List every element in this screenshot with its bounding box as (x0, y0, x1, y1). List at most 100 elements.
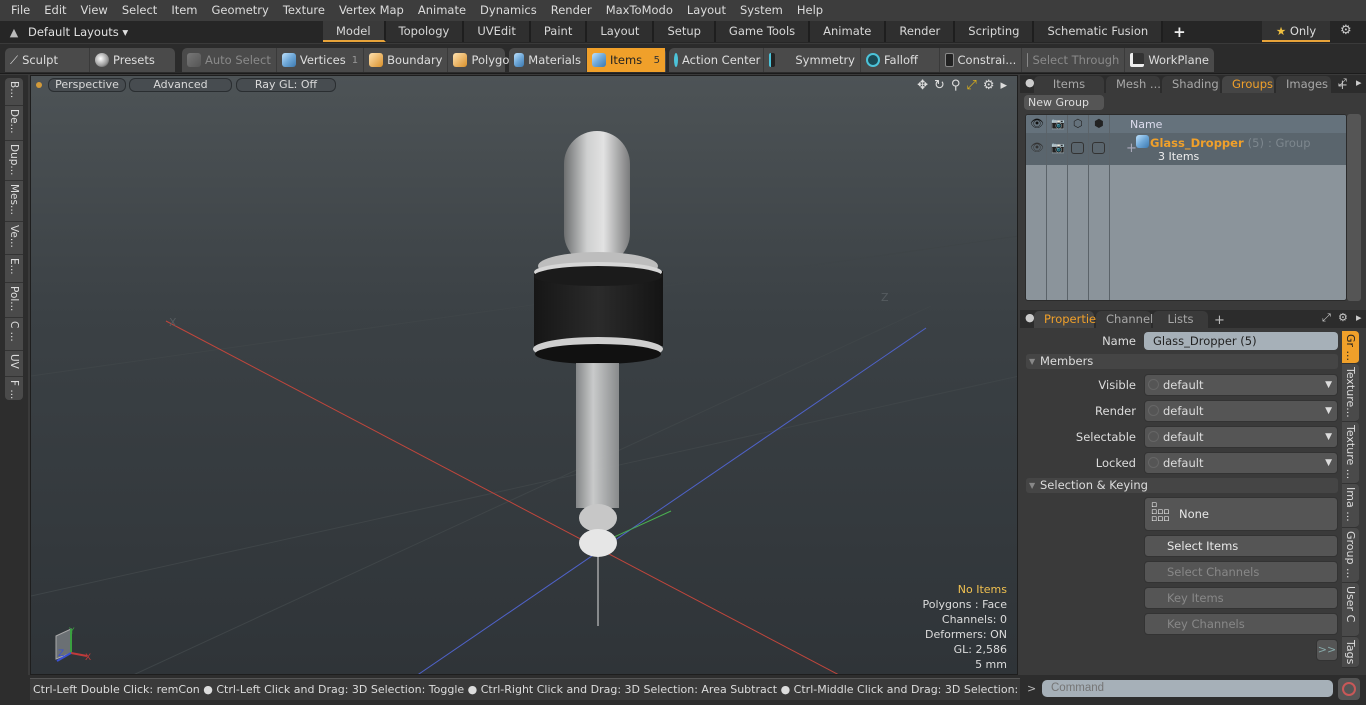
menu-render[interactable]: Render (544, 0, 599, 21)
name-column-header[interactable]: Name (1130, 118, 1162, 131)
menu-file[interactable]: File (4, 0, 37, 21)
tab-render[interactable]: Render (886, 21, 956, 42)
move-icon[interactable]: ✥ (917, 78, 928, 93)
tab-uvedit[interactable]: UVEdit (464, 21, 531, 42)
keying-set-none-button[interactable]: ▫ ▫▫▫ ▫▫▫ None (1144, 497, 1338, 531)
left-tab-5[interactable]: E... (5, 255, 23, 283)
locked-dropdown[interactable]: default ▼ (1144, 452, 1338, 474)
menu-animate[interactable]: Animate (411, 0, 473, 21)
left-tab-2[interactable]: Dup... (5, 141, 23, 181)
side-tab-tags[interactable]: Tags (1342, 637, 1359, 668)
tab-paint[interactable]: Paint (530, 21, 588, 42)
tab-groups[interactable]: Groups (1222, 76, 1274, 93)
gear-icon[interactable]: ⚙ (1340, 23, 1352, 38)
group-name[interactable]: Glass_Dropper (5) : Group (1150, 136, 1311, 150)
glass-dropper-model[interactable] (533, 131, 663, 557)
panel-arrow-icon[interactable]: ▸ (1356, 76, 1362, 89)
view-mode-button[interactable]: Perspective (48, 78, 126, 92)
tab-topology[interactable]: Topology (385, 21, 465, 42)
collapse-up-icon[interactable]: ▲ (0, 26, 28, 39)
row-eye-icon[interactable]: 👁 (1030, 141, 1044, 154)
row-select-toggle[interactable] (1092, 142, 1105, 154)
side-tab-image[interactable]: Ima ... (1342, 484, 1359, 528)
shading-mode-button[interactable]: Advanced (129, 78, 232, 92)
left-tab-0[interactable]: B... (5, 78, 23, 106)
menu-maxtomodo[interactable]: MaxToModo (599, 0, 680, 21)
menu-vertex-map[interactable]: Vertex Map (332, 0, 411, 21)
render-dropdown[interactable]: default ▼ (1144, 400, 1338, 422)
side-tab-texture-2[interactable]: Texture ... (1342, 422, 1359, 484)
side-tab-group-2[interactable]: Group ... (1342, 528, 1359, 583)
tab-setup[interactable]: Setup (654, 21, 716, 42)
left-tab-4[interactable]: Ve... (5, 222, 23, 255)
key-channels-button[interactable]: Key Channels (1144, 613, 1338, 635)
falloff-button[interactable]: Falloff (861, 48, 941, 72)
expand-panel-icon[interactable]: ⤢ (1338, 76, 1347, 90)
tab-scripting[interactable]: Scripting (955, 21, 1035, 42)
symmetry-button[interactable]: Symmetry (764, 48, 861, 72)
groups-scrollbar[interactable] (1347, 114, 1361, 301)
boundary-button[interactable]: Boundary (364, 48, 449, 72)
panel-menu-dot-icon[interactable]: ● (1025, 76, 1035, 89)
tab-model[interactable]: Model (323, 21, 386, 42)
3d-viewport[interactable]: X Z Y X Z Perspective Advanced Ray GL: O… (30, 75, 1018, 675)
tab-game-tools[interactable]: Game Tools (715, 21, 811, 42)
left-tab-1[interactable]: De... (5, 106, 23, 141)
wire-cube-icon[interactable]: ⬡ (1073, 117, 1083, 130)
tab-shading[interactable]: Shading (1162, 76, 1220, 93)
zoom-icon[interactable]: ⚲ (951, 78, 961, 93)
key-items-button[interactable]: Key Items (1144, 587, 1338, 609)
command-input[interactable] (1042, 680, 1333, 697)
materials-button[interactable]: Materials (509, 48, 587, 72)
left-tab-8[interactable]: UV (5, 351, 23, 377)
record-macro-button[interactable] (1338, 678, 1360, 700)
viewport-gear-icon[interactable]: ⚙ (983, 78, 995, 93)
menu-layout[interactable]: Layout (680, 0, 733, 21)
add-tab-button[interactable]: + (1163, 22, 1196, 42)
menu-view[interactable]: View (74, 0, 115, 21)
raygl-button[interactable]: Ray GL: Off (236, 78, 336, 92)
tab-animate[interactable]: Animate (810, 21, 887, 42)
menu-dynamics[interactable]: Dynamics (473, 0, 544, 21)
select-through-button[interactable]: Select Through (1022, 48, 1126, 72)
expand-properties-icon[interactable]: ⤢ (1322, 311, 1331, 325)
properties-arrow-icon[interactable]: ▸ (1356, 311, 1362, 324)
maximize-icon[interactable]: ⤢ (966, 78, 976, 93)
only-toggle[interactable]: ★ Only (1262, 21, 1330, 42)
properties-menu-dot-icon[interactable]: ● (1025, 311, 1035, 324)
side-tab-texture-1[interactable]: Texture... (1342, 364, 1359, 422)
camera-icon[interactable]: 📷 (1051, 117, 1065, 130)
viewport-menu-arrow-icon[interactable]: ▸ (1000, 78, 1007, 93)
viewport-options-dot[interactable] (36, 82, 42, 88)
menu-edit[interactable]: Edit (37, 0, 73, 21)
select-items-button[interactable]: Select Items (1144, 535, 1338, 557)
constraints-button[interactable]: Constrai... (940, 48, 1023, 72)
presets-button[interactable]: Presets (90, 48, 160, 72)
more-button[interactable]: >> (1316, 639, 1338, 661)
new-group-button[interactable]: New Group (1024, 95, 1104, 110)
tab-mesh[interactable]: Mesh ... (1106, 76, 1161, 93)
menu-texture[interactable]: Texture (276, 0, 332, 21)
solid-cube-icon[interactable]: ⬢ (1094, 117, 1104, 130)
left-tab-9[interactable]: F ... (5, 377, 23, 400)
auto-select-button[interactable]: Auto Select (182, 48, 277, 72)
action-center-button[interactable]: Action Center (669, 48, 764, 72)
menu-help[interactable]: Help (790, 0, 830, 21)
items-button[interactable]: Items 5 (587, 48, 665, 72)
tab-schematic-fusion[interactable]: Schematic Fusion (1034, 21, 1164, 42)
workplane-button[interactable]: WorkPlane (1125, 48, 1214, 72)
row-camera-icon[interactable]: 📷 (1051, 141, 1065, 154)
vertices-button[interactable]: Vertices 1 (277, 48, 365, 72)
properties-gear-icon[interactable]: ⚙ (1338, 311, 1348, 324)
eye-icon[interactable]: 👁 (1030, 117, 1044, 130)
menu-geometry[interactable]: Geometry (205, 0, 276, 21)
tab-layout[interactable]: Layout (587, 21, 655, 42)
name-input[interactable]: Glass_Dropper (5) (1144, 332, 1338, 350)
members-section[interactable]: ▼ Members (1026, 354, 1338, 369)
left-tab-7[interactable]: C ... (5, 318, 23, 351)
select-channels-button[interactable]: Select Channels (1144, 561, 1338, 583)
menu-item[interactable]: Item (164, 0, 204, 21)
tab-images[interactable]: Images (1276, 76, 1331, 93)
row-lock-toggle[interactable] (1071, 142, 1084, 154)
selectable-dropdown[interactable]: default ▼ (1144, 426, 1338, 448)
